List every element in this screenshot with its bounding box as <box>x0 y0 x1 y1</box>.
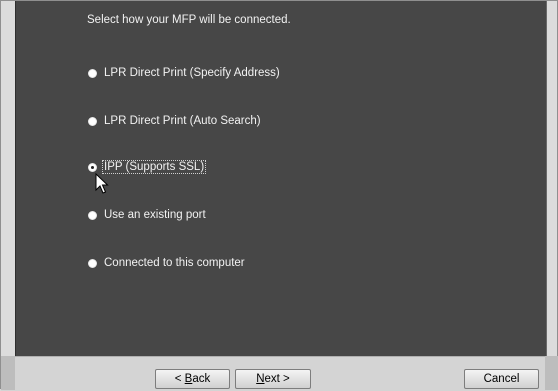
radio-button-selected[interactable] <box>88 162 97 172</box>
option-label: IPP (Supports SSL) <box>101 160 207 174</box>
button-bar-left-edge <box>1 356 15 390</box>
back-button[interactable]: < Back <box>155 369 230 389</box>
option-connected-to-computer[interactable]: Connected to this computer <box>88 255 246 271</box>
cancel-button[interactable]: Cancel <box>464 369 539 389</box>
option-label: Use an existing port <box>104 209 206 221</box>
next-button-label: ext > <box>264 373 290 385</box>
next-button-mnemonic: N <box>256 373 265 385</box>
radio-button[interactable] <box>88 258 97 268</box>
option-lpr-auto-search[interactable]: LPR Direct Print (Auto Search) <box>88 113 262 129</box>
option-label: LPR Direct Print (Auto Search) <box>104 115 261 127</box>
mouse-pointer-icon <box>95 173 109 194</box>
connection-type-dialog: Select how your MFP will be connected. L… <box>0 0 558 391</box>
option-existing-port[interactable]: Use an existing port <box>88 207 207 223</box>
radio-button[interactable] <box>88 210 97 220</box>
next-button[interactable]: Next > <box>235 369 311 389</box>
option-lpr-specify-address[interactable]: LPR Direct Print (Specify Address) <box>88 65 281 81</box>
back-button-label: ack <box>192 373 211 385</box>
option-label: Connected to this computer <box>104 257 245 269</box>
button-bar-right-edge <box>545 356 558 390</box>
option-label: LPR Direct Print (Specify Address) <box>104 67 280 79</box>
instruction-text: Select how your MFP will be connected. <box>87 14 291 26</box>
back-button-prefix: < <box>174 373 185 385</box>
radio-button[interactable] <box>88 68 97 78</box>
radio-button[interactable] <box>88 116 97 126</box>
